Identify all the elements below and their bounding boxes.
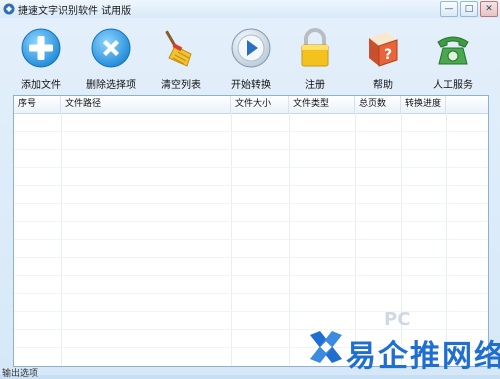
row-divider — [14, 149, 488, 150]
help-label: 帮助 — [373, 80, 393, 91]
row-divider — [14, 311, 488, 312]
help-book-icon: ? — [369, 32, 398, 67]
row-divider — [14, 275, 488, 276]
clear-list-label: 清空列表 — [161, 80, 201, 91]
lock-icon — [301, 28, 329, 67]
row-divider — [14, 203, 488, 204]
svg-text:?: ? — [384, 47, 392, 63]
app-logo-icon — [3, 3, 15, 15]
register-label: 注册 — [305, 80, 325, 91]
row-divider — [14, 221, 488, 222]
maximize-button[interactable]: □ — [460, 1, 478, 17]
title-bar[interactable]: 捷速文字识别软件 试用版 — □ ✕ — [0, 0, 500, 18]
column-header-pages[interactable]: 总页数 — [355, 96, 401, 113]
column-header-progress[interactable]: 转换进度 — [401, 96, 446, 113]
row-divider — [14, 257, 488, 258]
watermark-logo-icon — [310, 331, 342, 363]
delete-selected-button[interactable]: 删除选择项 — [76, 18, 146, 91]
phone-icon — [437, 36, 469, 65]
watermark: 易企推网络 — [306, 327, 500, 374]
row-divider — [14, 167, 488, 168]
watermark-text: 易企推网络 — [346, 339, 500, 374]
add-icon — [21, 28, 61, 68]
row-divider — [14, 185, 488, 186]
delete-icon — [91, 28, 131, 68]
table-header: 序号 文件路径 文件大小 文件类型 总页数 转换进度 — [14, 96, 488, 114]
manual-service-label: 人工服务 — [433, 80, 473, 91]
window-title: 捷速文字识别软件 试用版 — [18, 6, 132, 17]
output-options-label[interactable]: 输出选项 — [2, 366, 38, 379]
column-header-index[interactable]: 序号 — [14, 96, 61, 113]
play-icon — [231, 28, 271, 68]
manual-service-button[interactable]: 人工服务 — [418, 18, 488, 91]
add-file-button[interactable]: 添加文件 — [6, 18, 76, 91]
row-divider — [14, 293, 488, 294]
add-file-label: 添加文件 — [21, 80, 61, 91]
register-button[interactable]: 注册 — [280, 18, 350, 91]
clear-list-button[interactable]: 清空列表 — [146, 18, 216, 91]
column-header-path[interactable]: 文件路径 — [61, 96, 231, 113]
window-controls: — □ ✕ — [440, 1, 498, 17]
toolbar: 添加文件 删除选择项 清空列表 开始转换 注册 ? 帮助 人工服务 — [0, 18, 500, 91]
help-button[interactable]: ? 帮助 — [348, 18, 418, 91]
broom-icon — [165, 30, 192, 67]
app-window: 捷速文字识别软件 试用版 — □ ✕ 添加文件 删除选择项 清空列表 开始转换 … — [0, 0, 500, 379]
column-header-type[interactable]: 文件类型 — [289, 96, 355, 113]
close-button[interactable]: ✕ — [480, 1, 498, 17]
start-conversion-button[interactable]: 开始转换 — [216, 18, 286, 91]
minimize-button[interactable]: — — [440, 1, 458, 17]
delete-selected-label: 删除选择项 — [86, 80, 136, 91]
row-divider — [14, 131, 488, 132]
row-divider — [14, 239, 488, 240]
start-conversion-label: 开始转换 — [231, 80, 271, 91]
column-header-size[interactable]: 文件大小 — [231, 96, 289, 113]
